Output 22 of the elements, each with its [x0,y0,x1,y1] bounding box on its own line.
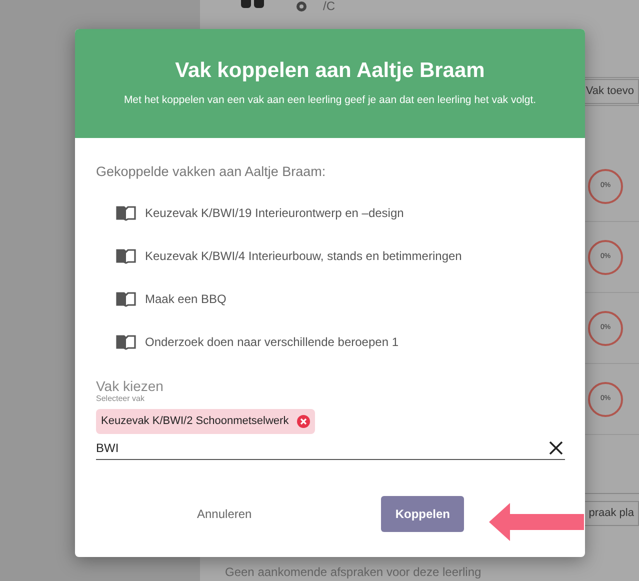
cancel-button[interactable]: Annuleren [191,504,258,524]
book-icon [116,292,136,307]
subject-input[interactable]: BWI [96,436,549,459]
appointment-button[interactable]: praak pla [584,501,639,526]
empty-message: Geen aankomende afspraken voor deze leerling [224,564,482,581]
field-hint: Selecteer vak [96,393,146,406]
book-icon [116,248,136,264]
dialog-subtitle: Met het koppelen van een vak aan een leerling geef je aan dat een leerling het vak volgt. [124,93,536,108]
clear-icon[interactable] [549,440,563,455]
subject-name: Onderzoek doen naar verschillende beroepen 1 [145,334,399,352]
profile-text: /C [323,0,335,12]
book-icon [116,334,136,350]
subject-name: Keuzevak K/BWI/4 Interieurbouw, stands en betimmeringen [145,248,462,266]
book-icon [116,206,136,221]
selected-chip[interactable]: Keuzevak K/BWI/2 Schoonmetselwerk [96,409,315,434]
linked-heading: Gekoppelde vakken aan Aaltje Braam: [96,163,327,181]
subject-name: Maak een BBQ [145,291,226,308]
connect-button[interactable]: Koppelen [381,496,464,532]
dialog-title: Vak koppelen aan Aaltje Braam [175,58,485,84]
remove-icon[interactable] [296,415,310,428]
subject-name: Keuzevak K/BWI/19 Interieurontwerp en –design [145,205,404,222]
field-label: Vak kiezen [96,379,164,394]
